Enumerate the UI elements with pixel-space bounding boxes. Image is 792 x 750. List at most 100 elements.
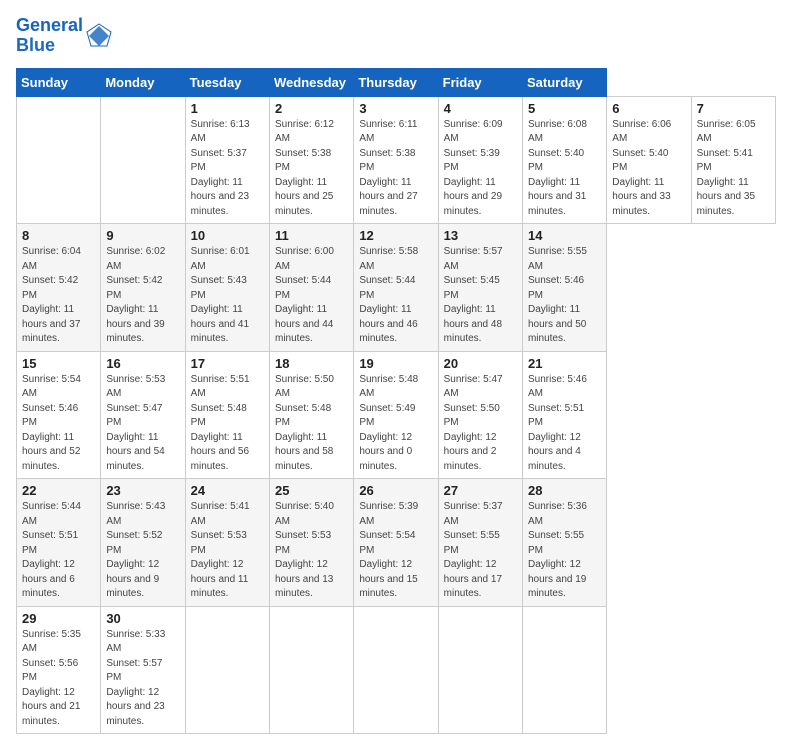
day-detail: Sunrise: 6:13 AMSunset: 5:37 PMDaylight:… <box>191 118 264 220</box>
day-number: 18 <box>275 356 348 371</box>
calendar-cell: 23 Sunrise: 5:43 AMSunset: 5:52 PMDayligh… <box>101 479 185 607</box>
calendar-cell <box>438 606 522 734</box>
weekday-header: Tuesday <box>185 68 269 96</box>
day-number: 5 <box>528 101 601 116</box>
calendar-week: 22Sunrise: 5:44 AMSunset: 5:51 PMDayligh… <box>17 479 776 607</box>
day-detail: Sunrise: 6:12 AMSunset: 5:38 PMDaylight:… <box>275 118 348 220</box>
day-number: 4 <box>444 101 517 116</box>
day-detail: Sunrise: 5:57 AMSunset: 5:45 PMDaylight:… <box>444 245 517 347</box>
calendar-cell: 18 Sunrise: 5:50 AMSunset: 5:48 PMDayligh… <box>269 351 353 479</box>
day-detail: Sunrise: 5:55 AMSunset: 5:46 PMDaylight:… <box>528 245 601 347</box>
calendar-week: 8 Sunrise: 6:04 AMSunset: 5:42 PMDaylight… <box>17 224 776 352</box>
calendar-table: SundayMondayTuesdayWednesdayThursdayFrid… <box>16 68 776 735</box>
day-detail: Sunrise: 6:09 AMSunset: 5:39 PMDaylight:… <box>444 118 517 220</box>
day-number: 2 <box>275 101 348 116</box>
weekday-header: Monday <box>101 68 185 96</box>
day-number: 7 <box>697 101 770 116</box>
day-detail: Sunrise: 5:33 AMSunset: 5:57 PMDaylight:… <box>106 628 179 730</box>
calendar-cell: 17Sunrise: 5:51 AMSunset: 5:48 PMDayligh… <box>185 351 269 479</box>
day-number: 9 <box>106 228 179 243</box>
day-number: 8 <box>22 228 95 243</box>
day-detail: Sunrise: 5:35 AMSunset: 5:56 PMDaylight:… <box>22 628 95 730</box>
calendar-cell: 16Sunrise: 5:53 AMSunset: 5:47 PMDayligh… <box>101 351 185 479</box>
day-number: 23 <box>106 483 179 498</box>
day-detail: Sunrise: 5:54 AMSunset: 5:46 PMDaylight:… <box>22 373 95 475</box>
day-detail: Sunrise: 5:44 AMSunset: 5:51 PMDaylight:… <box>22 500 95 602</box>
calendar-cell <box>354 606 438 734</box>
calendar-cell: 24 Sunrise: 5:41 AMSunset: 5:53 PMDayligh… <box>185 479 269 607</box>
calendar-cell: 8 Sunrise: 6:04 AMSunset: 5:42 PMDaylight… <box>17 224 101 352</box>
calendar-cell: 14Sunrise: 5:55 AMSunset: 5:46 PMDayligh… <box>522 224 606 352</box>
day-detail: Sunrise: 6:05 AMSunset: 5:41 PMDaylight:… <box>697 118 770 220</box>
calendar-cell <box>185 606 269 734</box>
calendar-cell: 12 Sunrise: 5:58 AMSunset: 5:44 PMDayligh… <box>354 224 438 352</box>
day-number: 21 <box>528 356 601 371</box>
calendar-cell: 10Sunrise: 6:01 AMSunset: 5:43 PMDayligh… <box>185 224 269 352</box>
day-detail: Sunrise: 5:51 AMSunset: 5:48 PMDaylight:… <box>191 373 264 475</box>
calendar-cell <box>269 606 353 734</box>
day-detail: Sunrise: 5:48 AMSunset: 5:49 PMDaylight:… <box>359 373 432 475</box>
calendar-cell: 13 Sunrise: 5:57 AMSunset: 5:45 PMDayligh… <box>438 224 522 352</box>
weekday-header: Saturday <box>522 68 606 96</box>
calendar-cell: 15 Sunrise: 5:54 AMSunset: 5:46 PMDayligh… <box>17 351 101 479</box>
day-number: 11 <box>275 228 348 243</box>
weekday-header: Friday <box>438 68 522 96</box>
day-detail: Sunrise: 5:36 AMSunset: 5:55 PMDaylight:… <box>528 500 601 602</box>
day-number: 3 <box>359 101 432 116</box>
day-detail: Sunrise: 6:06 AMSunset: 5:40 PMDaylight:… <box>612 118 685 220</box>
day-detail: Sunrise: 6:04 AMSunset: 5:42 PMDaylight:… <box>22 245 95 347</box>
weekday-header: Sunday <box>17 68 101 96</box>
calendar-cell: 20Sunrise: 5:47 AMSunset: 5:50 PMDayligh… <box>438 351 522 479</box>
day-detail: Sunrise: 5:58 AMSunset: 5:44 PMDaylight:… <box>359 245 432 347</box>
calendar-cell: 2 Sunrise: 6:12 AMSunset: 5:38 PMDaylight… <box>269 96 353 224</box>
calendar-cell: 26Sunrise: 5:39 AMSunset: 5:54 PMDayligh… <box>354 479 438 607</box>
calendar-cell: 21 Sunrise: 5:46 AMSunset: 5:51 PMDayligh… <box>522 351 606 479</box>
calendar-cell: 22Sunrise: 5:44 AMSunset: 5:51 PMDayligh… <box>17 479 101 607</box>
day-detail: Sunrise: 5:46 AMSunset: 5:51 PMDaylight:… <box>528 373 601 475</box>
day-number: 30 <box>106 611 179 626</box>
page-header: GeneralBlue <box>16 16 776 56</box>
day-detail: Sunrise: 5:40 AMSunset: 5:53 PMDaylight:… <box>275 500 348 602</box>
calendar-header: SundayMondayTuesdayWednesdayThursdayFrid… <box>17 68 776 96</box>
calendar-cell: 28Sunrise: 5:36 AMSunset: 5:55 PMDayligh… <box>522 479 606 607</box>
calendar-week: 15 Sunrise: 5:54 AMSunset: 5:46 PMDayligh… <box>17 351 776 479</box>
calendar-week: 29Sunrise: 5:35 AMSunset: 5:56 PMDayligh… <box>17 606 776 734</box>
day-detail: Sunrise: 6:00 AMSunset: 5:44 PMDaylight:… <box>275 245 348 347</box>
logo-icon <box>85 22 113 50</box>
day-detail: Sunrise: 5:50 AMSunset: 5:48 PMDaylight:… <box>275 373 348 475</box>
day-number: 12 <box>359 228 432 243</box>
day-number: 6 <box>612 101 685 116</box>
day-detail: Sunrise: 6:02 AMSunset: 5:42 PMDaylight:… <box>106 245 179 347</box>
day-number: 1 <box>191 101 264 116</box>
day-number: 27 <box>444 483 517 498</box>
day-number: 25 <box>275 483 348 498</box>
day-number: 16 <box>106 356 179 371</box>
day-detail: Sunrise: 5:41 AMSunset: 5:53 PMDaylight:… <box>191 500 264 602</box>
calendar-cell: 29Sunrise: 5:35 AMSunset: 5:56 PMDayligh… <box>17 606 101 734</box>
day-detail: Sunrise: 5:37 AMSunset: 5:55 PMDaylight:… <box>444 500 517 602</box>
day-detail: Sunrise: 5:39 AMSunset: 5:54 PMDaylight:… <box>359 500 432 602</box>
calendar-cell: 6 Sunrise: 6:06 AMSunset: 5:40 PMDaylight… <box>607 96 691 224</box>
calendar-cell: 25 Sunrise: 5:40 AMSunset: 5:53 PMDayligh… <box>269 479 353 607</box>
day-number: 15 <box>22 356 95 371</box>
calendar-week: 1 Sunrise: 6:13 AMSunset: 5:37 PMDaylight… <box>17 96 776 224</box>
day-detail: Sunrise: 5:47 AMSunset: 5:50 PMDaylight:… <box>444 373 517 475</box>
calendar-cell: 30 Sunrise: 5:33 AMSunset: 5:57 PMDayligh… <box>101 606 185 734</box>
day-detail: Sunrise: 6:11 AMSunset: 5:38 PMDaylight:… <box>359 118 432 220</box>
day-detail: Sunrise: 6:01 AMSunset: 5:43 PMDaylight:… <box>191 245 264 347</box>
day-number: 24 <box>191 483 264 498</box>
calendar-cell: 7 Sunrise: 6:05 AMSunset: 5:41 PMDaylight… <box>691 96 775 224</box>
logo-text: GeneralBlue <box>16 16 83 56</box>
weekday-header: Thursday <box>354 68 438 96</box>
logo: GeneralBlue <box>16 16 113 56</box>
calendar-cell <box>522 606 606 734</box>
calendar-cell: 9 Sunrise: 6:02 AMSunset: 5:42 PMDaylight… <box>101 224 185 352</box>
calendar-cell: 1 Sunrise: 6:13 AMSunset: 5:37 PMDaylight… <box>185 96 269 224</box>
day-number: 13 <box>444 228 517 243</box>
calendar-cell: 5Sunrise: 6:08 AMSunset: 5:40 PMDaylight… <box>522 96 606 224</box>
calendar-cell <box>101 96 185 224</box>
day-detail: Sunrise: 5:43 AMSunset: 5:52 PMDaylight:… <box>106 500 179 602</box>
day-number: 19 <box>359 356 432 371</box>
calendar-cell <box>17 96 101 224</box>
calendar-cell: 27 Sunrise: 5:37 AMSunset: 5:55 PMDayligh… <box>438 479 522 607</box>
